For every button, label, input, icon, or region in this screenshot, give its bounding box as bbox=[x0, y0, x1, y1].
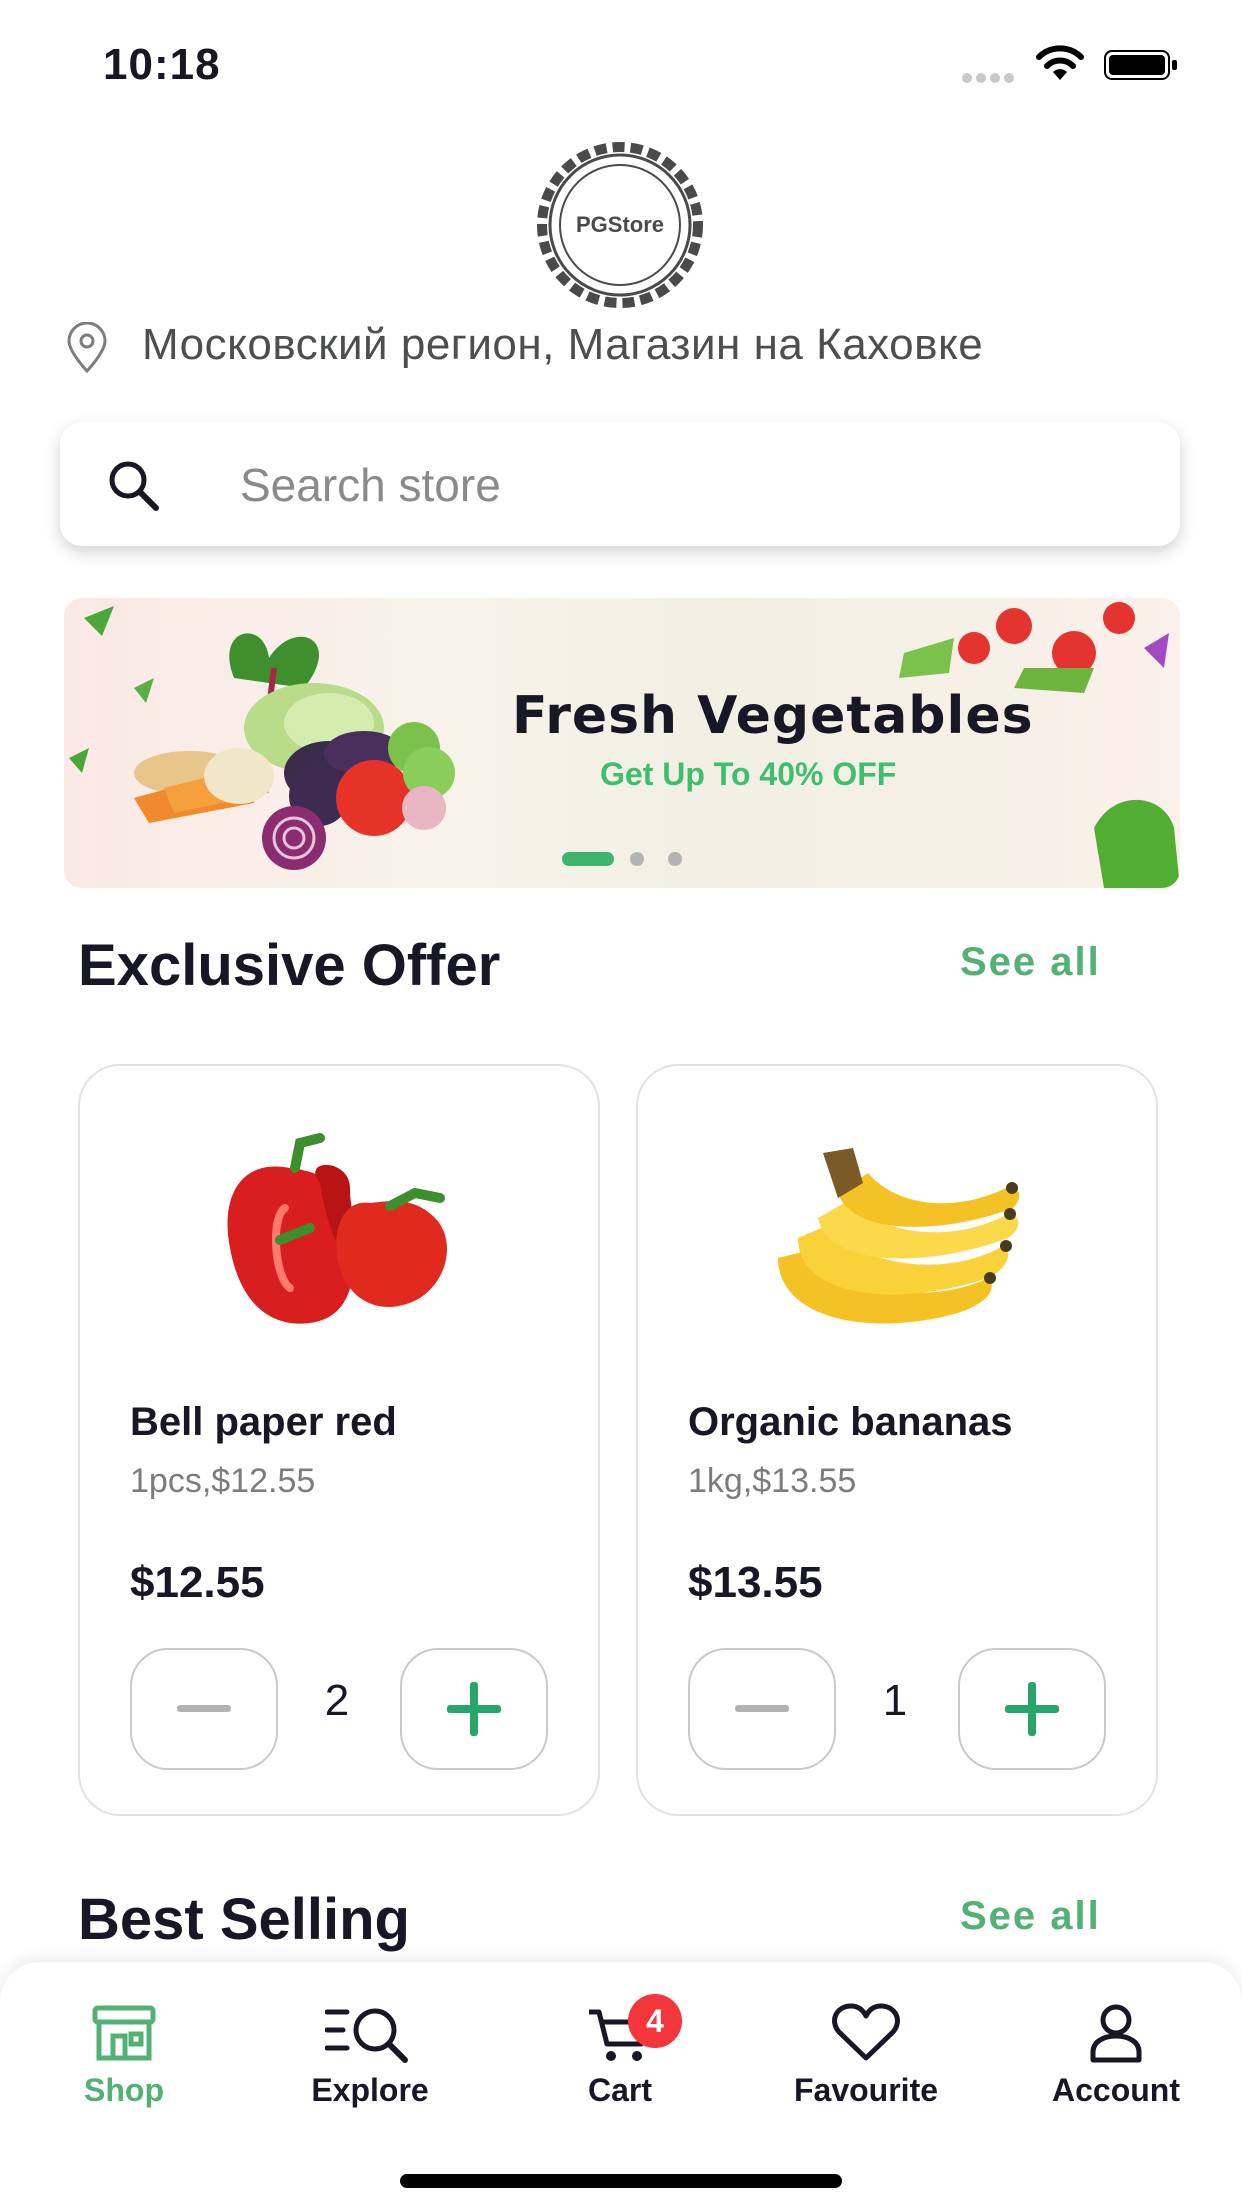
home-indicator[interactable] bbox=[400, 2174, 842, 2188]
product-unit-price: 1pcs,$12.55 bbox=[130, 1462, 316, 1500]
location-pin-icon[interactable] bbox=[64, 322, 110, 374]
minus-icon bbox=[177, 1705, 231, 1712]
product-card[interactable]: Bell paper red 1pcs,$12.55 $12.55 2 bbox=[78, 1064, 600, 1816]
nav-cart[interactable]: 4 Cart bbox=[520, 1994, 720, 2109]
nav-label: Account bbox=[1052, 2072, 1180, 2108]
bell-pepper-image bbox=[227, 1133, 447, 1324]
banner-title: Fresh Vegetables bbox=[512, 686, 1034, 746]
decrease-quantity-button[interactable] bbox=[130, 1648, 278, 1770]
explore-icon bbox=[325, 2008, 408, 2063]
product-name: Bell paper red bbox=[130, 1400, 397, 1444]
nav-label: Favourite bbox=[793, 2072, 939, 2108]
quantity-value: 1 bbox=[882, 1676, 908, 1725]
increase-quantity-button[interactable] bbox=[400, 1648, 548, 1770]
user-icon bbox=[1090, 2004, 1142, 2063]
best-selling-title: Best Selling bbox=[78, 1887, 410, 1952]
promo-banner[interactable]: Fresh Vegetables Get Up To 40% OFF bbox=[64, 598, 1180, 888]
nav-label: Cart bbox=[587, 2072, 652, 2108]
minus-icon bbox=[735, 1705, 789, 1712]
carousel-dot-active[interactable] bbox=[562, 852, 614, 866]
cellular-signal-icon bbox=[962, 70, 1018, 83]
vegetables-image bbox=[69, 606, 455, 870]
nav-account[interactable]: Account bbox=[1016, 2002, 1216, 2109]
battery-icon bbox=[1104, 50, 1177, 80]
product-unit-price: 1kg,$13.55 bbox=[688, 1462, 857, 1500]
search-bar[interactable] bbox=[60, 422, 1180, 546]
quantity-value: 2 bbox=[324, 1676, 350, 1725]
nav-favourite[interactable]: Favourite bbox=[766, 2002, 966, 2109]
store-location[interactable]: Московский регион, Магазин на Каховке bbox=[142, 320, 983, 370]
nav-label: Shop bbox=[84, 2072, 164, 2108]
product-name: Organic bananas bbox=[688, 1400, 1013, 1444]
cart-count-badge: 4 bbox=[628, 1994, 682, 2048]
product-price: $13.55 bbox=[688, 1558, 823, 1607]
banana-image bbox=[778, 1148, 1020, 1324]
nav-explore[interactable]: Explore bbox=[270, 2002, 470, 2109]
search-input[interactable] bbox=[238, 446, 1122, 524]
status-time: 10:18 bbox=[103, 40, 221, 89]
plus-icon bbox=[1005, 1682, 1059, 1736]
product-price: $12.55 bbox=[130, 1558, 265, 1607]
increase-quantity-button[interactable] bbox=[958, 1648, 1106, 1770]
product-card[interactable]: Organic bananas 1kg,$13.55 $13.55 1 bbox=[636, 1064, 1158, 1816]
decrease-quantity-button[interactable] bbox=[688, 1648, 836, 1770]
plus-icon bbox=[447, 1682, 501, 1736]
best-selling-see-all-link[interactable]: See all bbox=[960, 1894, 1101, 1939]
logo-text: PGStore bbox=[575, 212, 665, 237]
exclusive-see-all-link[interactable]: See all bbox=[960, 940, 1101, 985]
nav-shop[interactable]: Shop bbox=[24, 2002, 224, 2109]
carousel-dot[interactable] bbox=[630, 852, 644, 866]
wifi-icon bbox=[1036, 45, 1084, 80]
search-icon bbox=[109, 461, 159, 511]
carousel-dot[interactable] bbox=[668, 852, 682, 866]
nav-label: Explore bbox=[311, 2072, 429, 2108]
heart-icon bbox=[832, 2003, 900, 2061]
bottom-navigation: Shop Explore 4 Cart Favourite Account bbox=[0, 1962, 1242, 2208]
banner-subtitle: Get Up To 40% OFF bbox=[600, 756, 897, 792]
exclusive-offer-title: Exclusive Offer bbox=[78, 933, 501, 998]
store-logo: PGStore bbox=[537, 142, 703, 308]
store-icon bbox=[92, 2005, 156, 2061]
